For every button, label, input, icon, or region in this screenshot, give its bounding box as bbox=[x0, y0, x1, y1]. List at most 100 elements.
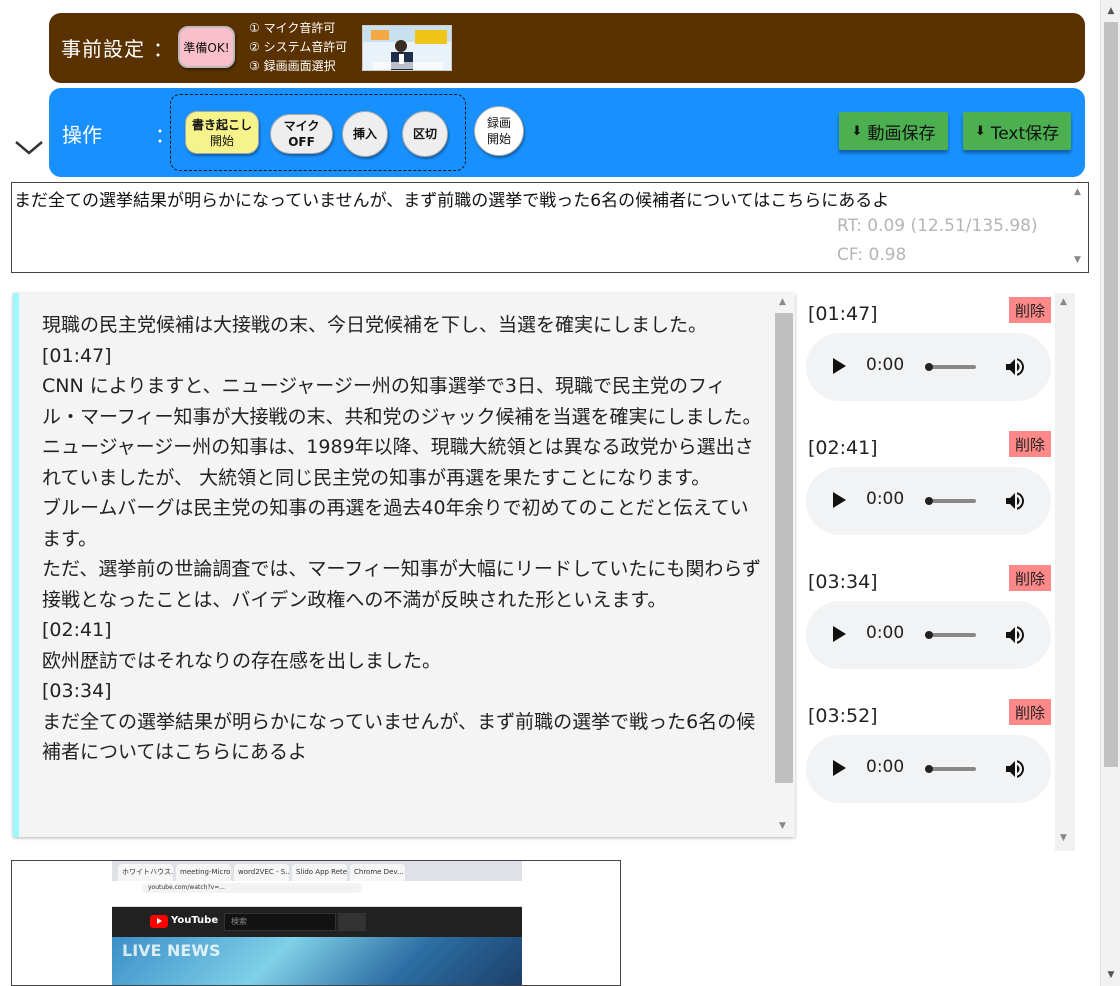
play-icon[interactable] bbox=[833, 492, 846, 508]
save-video-label: 動画保存 bbox=[867, 123, 936, 144]
live-recognition-text: まだ全ての選挙結果が明らかになっていませんが、まず前職の選挙で戦った6名の候補者… bbox=[14, 191, 890, 211]
mic-label-1: マイク bbox=[283, 119, 320, 133]
delete-clip-button[interactable]: 削除 bbox=[1009, 699, 1051, 725]
ready-button[interactable]: 準備OK! bbox=[178, 26, 235, 68]
scroll-down-arrow-icon[interactable]: ▼ bbox=[779, 821, 786, 831]
youtube-search-box: 検索 bbox=[224, 913, 336, 931]
transcript-panel[interactable]: 現職の民主党候補は大接戦の末、今日党候補を下し、当選を確実にしました。 [01:… bbox=[13, 293, 795, 837]
screen-share-thumbnail bbox=[362, 25, 452, 71]
mic-label-2: OFF bbox=[288, 135, 315, 149]
download-icon: ⬇ bbox=[974, 123, 986, 139]
audio-player: 0:00 bbox=[806, 467, 1051, 535]
audio-clips-list: [01:47] 削除 0:00 [02:41] 削除 0:00 [03:34] … bbox=[800, 293, 1075, 851]
play-icon[interactable] bbox=[833, 626, 846, 642]
playback-time: 0:00 bbox=[866, 623, 905, 643]
save-text-button[interactable]: ⬇ Text保存 bbox=[963, 112, 1071, 150]
mic-toggle-button[interactable]: マイク OFF bbox=[270, 114, 333, 154]
scroll-up-arrow-icon[interactable]: ▲ bbox=[779, 297, 786, 307]
playback-time: 0:00 bbox=[866, 355, 905, 375]
youtube-video-frame: LIVE NEWS bbox=[112, 937, 522, 985]
playback-time: 0:00 bbox=[866, 489, 905, 509]
captured-browser-window: ホワイトハウス... meeting-Micro... word2VEC - S… bbox=[112, 861, 522, 985]
scroll-down-arrow-icon[interactable]: ▼ bbox=[1060, 833, 1067, 843]
playback-progress-slider[interactable] bbox=[925, 497, 976, 505]
browser-tab: word2VEC - S... bbox=[234, 864, 289, 881]
audio-clip: [02:41] 削除 0:00 bbox=[800, 427, 1055, 537]
browser-tab: Chrome Dev... bbox=[350, 864, 405, 881]
save-text-label: Text保存 bbox=[990, 123, 1060, 144]
transcript-text[interactable]: 現職の民主党候補は大接戦の末、今日党候補を下し、当選を確実にしました。 [01:… bbox=[42, 310, 762, 768]
page-scrollbar[interactable]: ▲ ▼ bbox=[1100, 0, 1120, 986]
screen-capture-preview: ホワイトハウス... meeting-Micro... word2VEC - S… bbox=[11, 860, 621, 986]
clip-timestamp: [03:34] bbox=[808, 571, 878, 593]
step-mic-permission: ① マイク音許可 bbox=[249, 21, 336, 35]
youtube-label: YouTube bbox=[171, 915, 219, 926]
step-system-audio-permission: ② システム音許可 bbox=[249, 40, 348, 54]
step-screen-select: ③ 録画画面選択 bbox=[249, 59, 336, 73]
record-label-1: 録画 bbox=[486, 116, 511, 130]
playback-progress-slider[interactable] bbox=[925, 631, 976, 639]
confidence: CF: 0.98 bbox=[837, 245, 907, 265]
record-label-2: 開始 bbox=[486, 132, 511, 146]
audio-clip: [01:47] 削除 0:00 bbox=[800, 293, 1055, 403]
scroll-up-arrow-icon[interactable]: ▲ bbox=[1074, 187, 1081, 197]
clip-timestamp: [01:47] bbox=[808, 303, 878, 325]
volume-icon[interactable] bbox=[1003, 757, 1027, 781]
scroll-up-arrow-icon[interactable]: ▲ bbox=[1101, 2, 1120, 20]
play-icon[interactable] bbox=[833, 760, 846, 776]
transcript-scroll-thumb[interactable] bbox=[775, 313, 793, 783]
browser-address-bar: youtube.com/watch?v=... bbox=[112, 881, 522, 895]
audio-clip: [03:52] 削除 0:00 bbox=[800, 695, 1055, 805]
prep-title: 事前設定 bbox=[61, 37, 145, 61]
realtime-factor: RT: 0.09 (12.51/135.98) bbox=[837, 216, 1038, 236]
playback-time: 0:00 bbox=[866, 757, 905, 777]
playback-progress-slider[interactable] bbox=[925, 765, 976, 773]
browser-url: youtube.com/watch?v=... bbox=[142, 883, 362, 893]
live-box-scrollbar[interactable]: ▲ ▼ bbox=[1070, 183, 1088, 272]
browser-bookmarks-bar bbox=[112, 895, 522, 907]
audio-player: 0:00 bbox=[806, 735, 1051, 803]
prep-settings-bar: 事前設定 ： 準備OK! ① マイク音許可 ② システム音許可 ③ 録画画面選択 bbox=[49, 13, 1085, 83]
transcript-scrollbar[interactable]: ▲ ▼ bbox=[773, 293, 795, 837]
browser-tab: ホワイトハウス... bbox=[118, 864, 173, 881]
scroll-down-arrow-icon[interactable]: ▼ bbox=[1074, 255, 1081, 265]
save-video-button[interactable]: ⬇ 動画保存 bbox=[839, 112, 948, 150]
live-news-label: LIVE NEWS bbox=[122, 941, 221, 960]
clip-timestamp: [02:41] bbox=[808, 437, 878, 459]
start-transcription-label-2: 開始 bbox=[209, 133, 234, 148]
volume-icon[interactable] bbox=[1003, 489, 1027, 513]
clips-scrollbar[interactable]: ▲ ▼ bbox=[1055, 293, 1075, 851]
browser-tab: Slido App Rete... bbox=[292, 864, 347, 881]
download-icon: ⬇ bbox=[851, 123, 863, 139]
start-transcription-label-1: 書き起こし bbox=[191, 117, 252, 132]
clip-timestamp: [03:52] bbox=[808, 705, 878, 727]
start-transcription-button[interactable]: 書き起こし 開始 bbox=[185, 111, 259, 154]
browser-tab-strip: ホワイトハウス... meeting-Micro... word2VEC - S… bbox=[112, 861, 522, 881]
live-recognition-box[interactable]: まだ全ての選挙結果が明らかになっていませんが、まず前職の選挙で戦った6名の候補者… bbox=[11, 182, 1089, 273]
audio-player: 0:00 bbox=[806, 333, 1051, 401]
prep-steps: ① マイク音許可 ② システム音許可 ③ 録画画面選択 bbox=[249, 19, 347, 76]
youtube-header: YouTube 検索 bbox=[112, 907, 522, 937]
delete-clip-button[interactable]: 削除 bbox=[1009, 297, 1051, 323]
browser-tab: meeting-Micro... bbox=[176, 864, 231, 881]
youtube-logo-icon bbox=[150, 915, 168, 928]
insert-button[interactable]: 挿入 bbox=[342, 111, 388, 157]
operation-bar: 操作 ： 書き起こし 開始 マイク OFF 挿入 区切 録画 開始 ⬇ 動画保存 ⬇ … bbox=[49, 88, 1085, 177]
volume-icon[interactable] bbox=[1003, 623, 1027, 647]
search-icon bbox=[338, 913, 366, 931]
operation-title: 操作 bbox=[62, 123, 102, 147]
delete-clip-button[interactable]: 削除 bbox=[1009, 431, 1051, 457]
audio-clip: [03:34] 削除 0:00 bbox=[800, 561, 1055, 671]
audio-player: 0:00 bbox=[806, 601, 1051, 669]
chevron-down-icon[interactable] bbox=[14, 136, 44, 158]
page-scroll-thumb[interactable] bbox=[1104, 22, 1118, 767]
delete-clip-button[interactable]: 削除 bbox=[1009, 565, 1051, 591]
scroll-down-arrow-icon[interactable]: ▼ bbox=[1101, 966, 1120, 984]
scroll-up-arrow-icon[interactable]: ▲ bbox=[1060, 297, 1067, 307]
volume-icon[interactable] bbox=[1003, 355, 1027, 379]
playback-progress-slider[interactable] bbox=[925, 363, 976, 371]
split-button[interactable]: 区切 bbox=[402, 111, 448, 157]
play-icon[interactable] bbox=[833, 358, 846, 374]
start-recording-button[interactable]: 録画 開始 bbox=[474, 106, 524, 156]
prep-colon: ： bbox=[153, 37, 173, 61]
